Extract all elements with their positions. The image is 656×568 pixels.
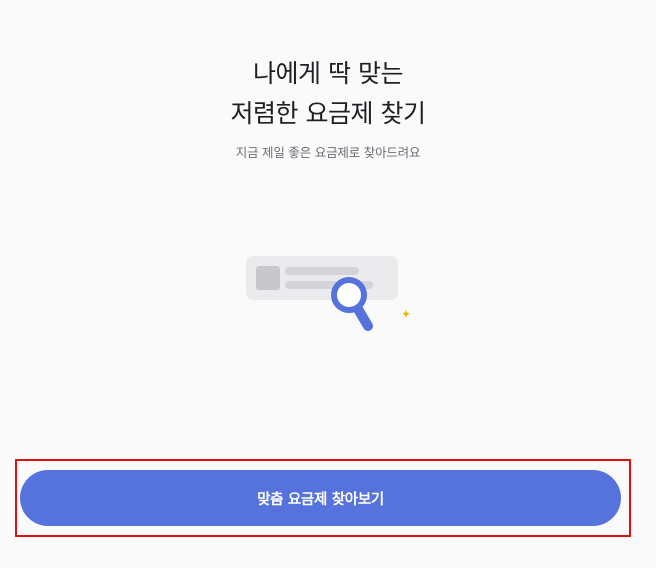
page-title: 나에게 딱 맞는 저렴한 요금제 찾기 xyxy=(0,54,656,134)
page-title-line-1: 나에게 딱 맞는 xyxy=(253,59,403,88)
sparkle-icon xyxy=(402,310,410,318)
card-thumbnail-shape xyxy=(256,266,280,290)
card-text-line-1 xyxy=(285,267,359,275)
plan-finder-page: 나에게 딱 맞는 저렴한 요금제 찾기 지금 제일 좋은 요금제로 찾아드려요 … xyxy=(0,0,656,568)
find-plan-button[interactable]: 맞춤 요금제 찾아보기 xyxy=(20,470,621,526)
magnifier-lens-shape xyxy=(331,277,367,313)
magnifier-search-card-icon xyxy=(246,256,410,331)
page-title-line-2: 저렴한 요금제 찾기 xyxy=(230,99,426,128)
page-subtitle: 지금 제일 좋은 요금제로 찾아드려요 xyxy=(235,145,421,160)
magnifier-handle-shape xyxy=(353,304,373,331)
